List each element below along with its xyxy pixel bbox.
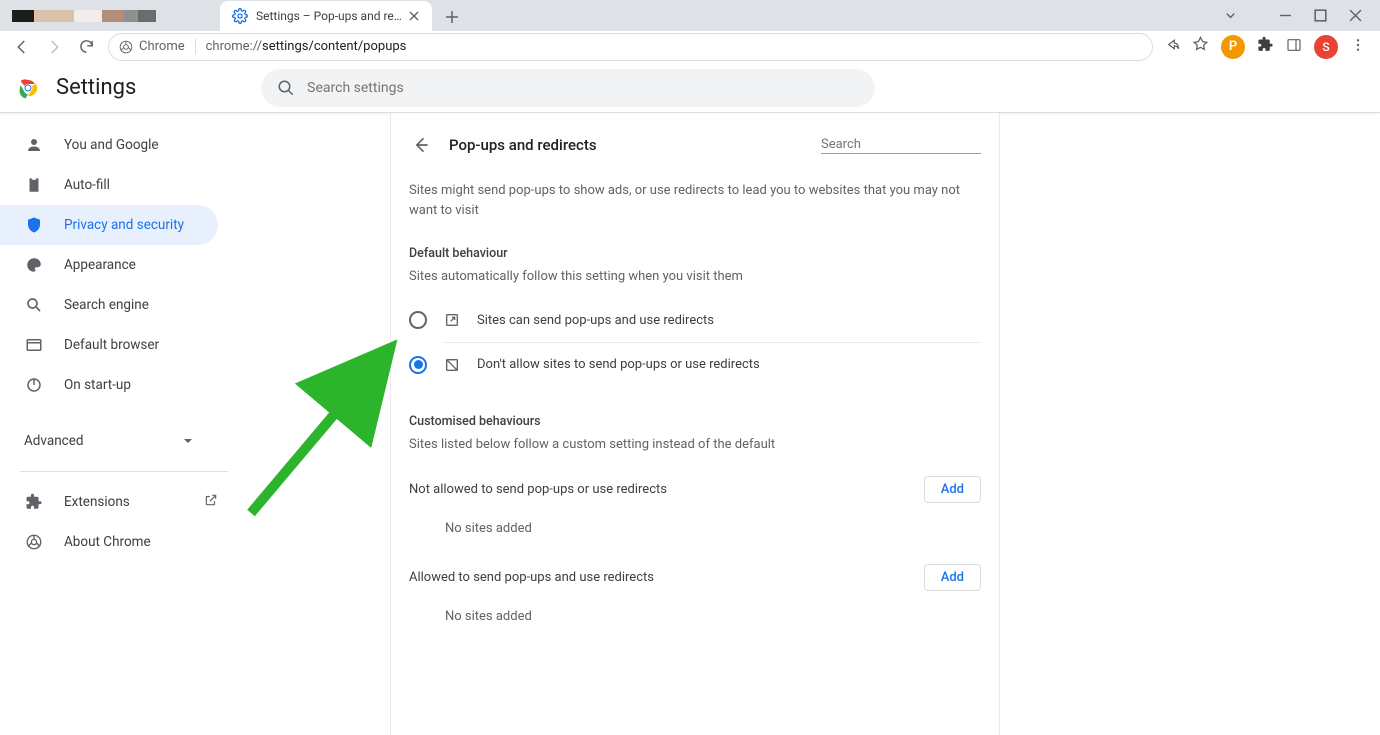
omnibox-chip-label: Chrome: [139, 39, 185, 54]
panel-search-input[interactable]: [821, 137, 987, 152]
sidebar: You and Google Auto-fill Privacy and sec…: [0, 113, 260, 735]
tab-active[interactable]: Settings – Pop-ups and redirects: [220, 1, 432, 31]
settings-title: Settings: [56, 75, 136, 100]
search-icon: [277, 79, 295, 97]
sidebar-item-label: About Chrome: [64, 534, 151, 550]
extensions-icon[interactable]: [1257, 36, 1274, 57]
tab-inactive[interactable]: [0, 1, 220, 31]
clipboard-icon: [24, 175, 44, 195]
sidebar-item-default-browser[interactable]: Default browser: [0, 325, 218, 365]
panel-search[interactable]: [821, 136, 981, 154]
sidebar-item-search-engine[interactable]: Search engine: [0, 285, 218, 325]
window-minimize-icon[interactable]: [1279, 9, 1292, 22]
panel: Pop-ups and redirects Sites might send p…: [390, 113, 1000, 735]
not-allowed-label: Not allowed to send pop-ups or use redir…: [409, 482, 667, 497]
tab-search-icon[interactable]: [1224, 9, 1237, 22]
custom-behaviour-title: Customised behaviours: [391, 386, 999, 431]
panel-title: Pop-ups and redirects: [449, 136, 597, 154]
radio-checked-icon: [409, 356, 427, 374]
sidebar-item-about[interactable]: About Chrome: [0, 522, 218, 562]
nav-reload-icon[interactable]: [72, 33, 100, 61]
sidebar-item-label: Privacy and security: [64, 217, 184, 233]
main-panel: Pop-ups and redirects Sites might send p…: [260, 113, 1380, 735]
radio-allow-label: Sites can send pop-ups and use redirects: [477, 313, 714, 328]
blocked-popup-icon: [443, 356, 461, 374]
sidebar-item-you-and-google[interactable]: You and Google: [0, 125, 218, 165]
chrome-logo-icon: [16, 76, 40, 100]
puzzle-icon: [24, 492, 44, 512]
share-icon[interactable]: [1163, 36, 1180, 57]
settings-search[interactable]: [261, 69, 875, 107]
sidebar-item-label: Search engine: [64, 297, 149, 313]
tab-close-icon[interactable]: [406, 8, 422, 24]
default-behaviour-title: Default behaviour: [391, 228, 999, 263]
settings-header: Settings: [0, 63, 1380, 113]
browser-icon: [24, 335, 44, 355]
sidebar-advanced-label: Advanced: [24, 433, 84, 449]
sidebar-item-privacy[interactable]: Privacy and security: [0, 205, 218, 245]
chrome-small-icon: [24, 532, 44, 552]
nav-forward-icon[interactable]: [40, 33, 68, 61]
window-controls: [1224, 0, 1380, 31]
chevron-down-icon: [182, 435, 194, 447]
sidebar-item-label: Auto-fill: [64, 177, 110, 193]
not-allowed-empty: No sites added: [409, 513, 981, 554]
tab-strip: Settings – Pop-ups and redirects: [0, 0, 1380, 31]
sidebar-item-label: Extensions: [64, 494, 130, 510]
sidebar-item-startup[interactable]: On start-up: [0, 365, 218, 405]
omnibox-url: chrome://settings/content/popups: [206, 39, 407, 54]
sidebar-item-label: Default browser: [64, 337, 159, 353]
radio-block-popups[interactable]: Don't allow sites to send pop-ups or use…: [443, 342, 981, 386]
window-maximize-icon[interactable]: [1314, 9, 1327, 22]
chrome-icon: [119, 40, 133, 54]
sidebar-item-label: You and Google: [64, 137, 159, 153]
radio-allow-popups[interactable]: Sites can send pop-ups and use redirects: [409, 298, 981, 342]
sidebar-item-extensions[interactable]: Extensions: [0, 482, 218, 522]
default-behaviour-subtitle: Sites automatically follow this setting …: [391, 263, 999, 298]
add-allowed-button[interactable]: Add: [924, 564, 981, 591]
shield-icon: [24, 215, 44, 235]
sidebar-item-label: Appearance: [64, 257, 136, 273]
omnibox[interactable]: Chrome chrome://settings/content/popups: [108, 33, 1153, 61]
side-panel-icon[interactable]: [1286, 37, 1302, 57]
panel-back-icon[interactable]: [409, 133, 433, 157]
sidebar-item-autofill[interactable]: Auto-fill: [0, 165, 218, 205]
sidebar-item-appearance[interactable]: Appearance: [0, 245, 218, 285]
settings-favicon: [232, 8, 248, 24]
bookmark-icon[interactable]: [1192, 36, 1209, 57]
palette-icon: [24, 255, 44, 275]
allowed-label: Allowed to send pop-ups and use redirect…: [409, 570, 654, 585]
allowed-empty: No sites added: [409, 601, 981, 642]
window-close-icon[interactable]: [1349, 9, 1362, 22]
power-icon: [24, 375, 44, 395]
external-link-icon: [204, 493, 218, 511]
settings-search-input[interactable]: [307, 80, 859, 96]
radio-unchecked-icon: [409, 311, 427, 329]
add-not-allowed-button[interactable]: Add: [924, 476, 981, 503]
settings-body: You and Google Auto-fill Privacy and sec…: [0, 113, 1380, 735]
profile-avatar[interactable]: S: [1314, 35, 1338, 59]
browser-toolbar: Chrome chrome://settings/content/popups …: [0, 31, 1380, 63]
person-icon: [24, 135, 44, 155]
nav-back-icon[interactable]: [8, 33, 36, 61]
browser-menu-icon[interactable]: [1350, 37, 1366, 57]
extension-badge-icon[interactable]: P: [1221, 35, 1245, 59]
open-in-new-icon: [443, 311, 461, 329]
tab-title: Settings – Pop-ups and redirects: [256, 9, 406, 23]
sidebar-advanced[interactable]: Advanced: [0, 421, 218, 461]
custom-behaviour-subtitle: Sites listed below follow a custom setti…: [391, 431, 999, 466]
new-tab-button[interactable]: [438, 3, 466, 31]
sidebar-item-label: On start-up: [64, 377, 131, 393]
page-description: Sites might send pop-ups to show ads, or…: [391, 161, 999, 228]
radio-block-label: Don't allow sites to send pop-ups or use…: [477, 357, 760, 372]
redacted-tab-content: [12, 10, 156, 22]
search-icon: [24, 295, 44, 315]
